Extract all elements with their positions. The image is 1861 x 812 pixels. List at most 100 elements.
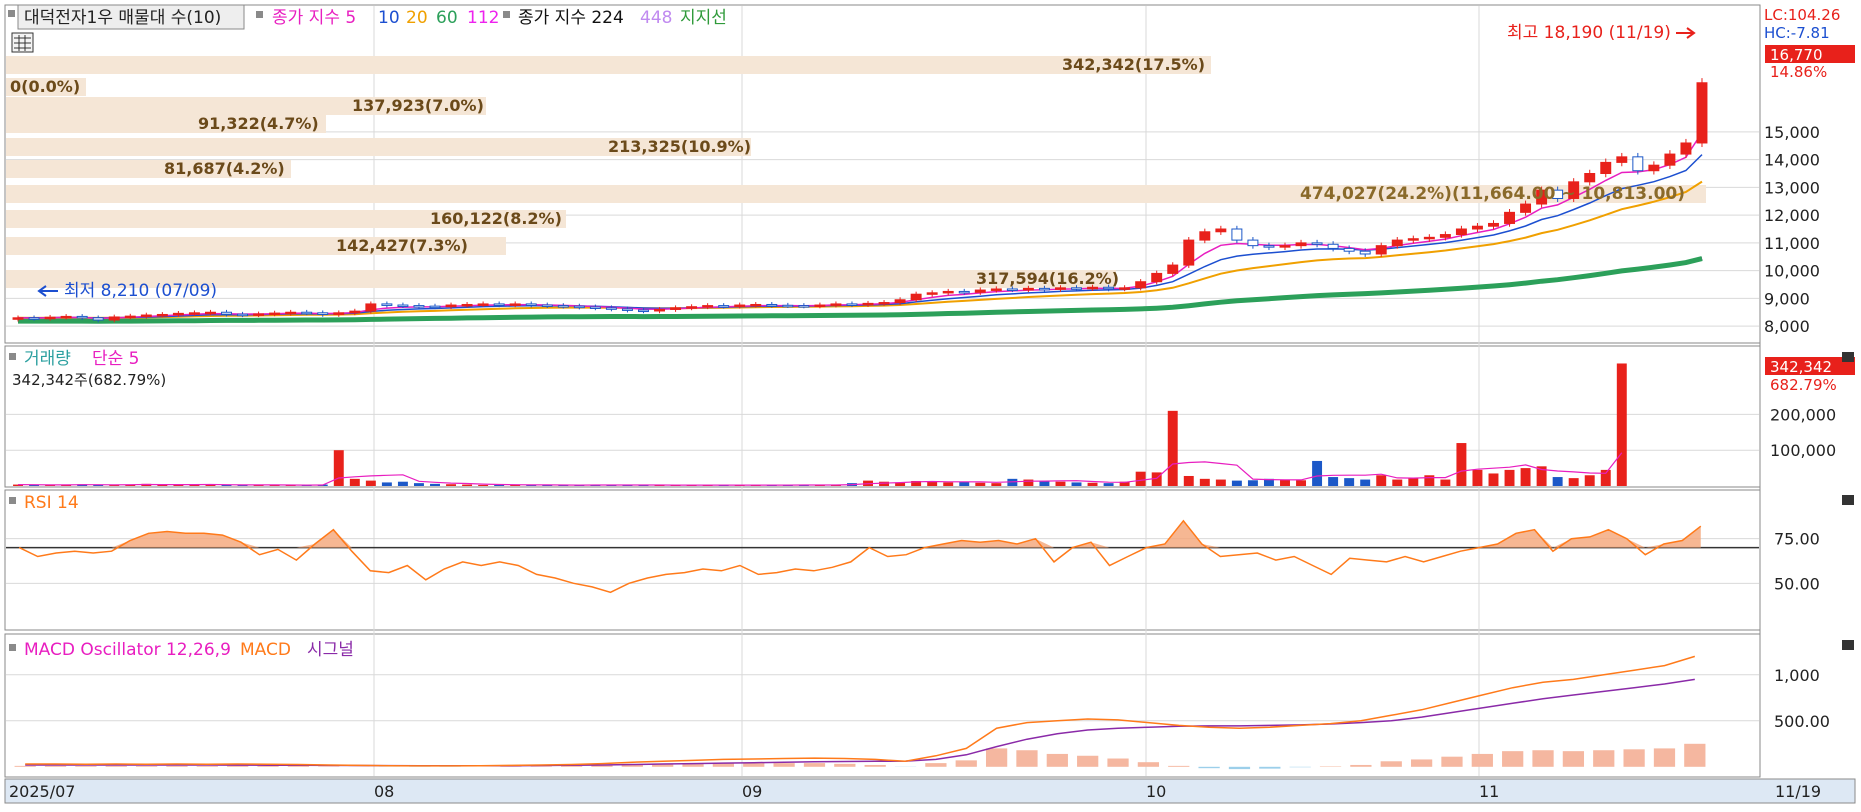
- volume-bar: [462, 485, 472, 486]
- candle-body: [462, 304, 472, 306]
- candle-body: [1088, 287, 1098, 289]
- volume-profile-label: 142,427(7.3%): [336, 236, 468, 255]
- candle-body: [655, 309, 665, 311]
- candle-body: [783, 305, 793, 307]
- candle-body: [414, 306, 424, 308]
- volume-title[interactable]: 거래량: [24, 349, 71, 369]
- candle-body: [1216, 229, 1226, 232]
- candle-body: [382, 304, 392, 306]
- candle-body: [1328, 244, 1338, 248]
- candle-body: [13, 318, 23, 320]
- volume-profile-label: 91,322(4.7%): [198, 114, 319, 133]
- chart-canvas[interactable]: 342,342(17.5%)0(0.0%)137,923(7.0%)91,322…: [0, 0, 1861, 808]
- candle-body: [558, 306, 568, 308]
- candle-body: [1023, 288, 1033, 290]
- macd-oscillator-bar: [834, 764, 855, 767]
- volume-bar: [382, 482, 392, 486]
- volume-bar: [1617, 363, 1627, 486]
- volume-profile-bar: [6, 56, 1211, 74]
- macd-oscillator-bar: [1259, 767, 1280, 769]
- x-label-nov: 11: [1479, 782, 1499, 801]
- candle-body: [1264, 246, 1274, 248]
- volume-bar: [478, 485, 488, 486]
- volume-profile-label: 317,594(16.2%): [976, 269, 1119, 288]
- volume-bar: [1601, 470, 1611, 486]
- price-tick-label: 11,000: [1764, 234, 1820, 253]
- macd-oscillator-bar: [15, 766, 36, 767]
- candle-body: [991, 289, 1001, 291]
- volume-bar: [414, 483, 424, 486]
- candle-body: [1360, 251, 1370, 254]
- macd-oscillator-bar: [1502, 751, 1523, 767]
- hc-label: HC:-7.81: [1764, 24, 1830, 42]
- macd-oscillator-bar: [1411, 759, 1432, 766]
- macd-oscillator-bar: [804, 763, 825, 767]
- candle-body: [1136, 282, 1146, 288]
- price-tick-label: 9,000: [1764, 289, 1810, 308]
- legend-box-icon: [8, 10, 15, 17]
- panel-close-icon[interactable]: [1842, 352, 1854, 362]
- volume-info: 342,342주(682.79%): [12, 371, 166, 389]
- signal-label[interactable]: 시그널: [307, 640, 354, 660]
- volume-tick-label: 200,000: [1770, 405, 1836, 424]
- macd-oscillator-bar: [531, 766, 552, 767]
- candle-body: [943, 291, 953, 293]
- legend-ma112[interactable]: 112: [467, 8, 499, 28]
- candle-body: [77, 316, 87, 318]
- legend-ma224[interactable]: 종가 지수 224: [518, 8, 624, 28]
- volume-bar: [1456, 443, 1466, 486]
- candle-body: [799, 306, 809, 308]
- candle-body: [398, 305, 408, 307]
- macd-osc-title[interactable]: MACD Oscillator 12,26,9: [24, 640, 231, 660]
- legend-ma448[interactable]: 448: [640, 8, 672, 28]
- volume-bar: [446, 484, 456, 486]
- rsi-title[interactable]: RSI 14: [24, 493, 79, 513]
- candle-body: [1649, 165, 1659, 171]
- macd-oscillator-bar: [136, 766, 157, 767]
- candle-body: [286, 312, 296, 314]
- panel-close-icon[interactable]: [1842, 495, 1854, 505]
- candle-body: [751, 304, 761, 306]
- rsi-panel: [5, 490, 1760, 630]
- low-annotation: 최저 8,210 (07/09): [64, 281, 217, 301]
- candle-body: [1344, 248, 1354, 251]
- volume-bar: [1280, 480, 1290, 486]
- candle-body: [1280, 246, 1290, 248]
- candle-body: [767, 304, 777, 306]
- macd-oscillator-bar: [986, 748, 1007, 766]
- candle-body: [494, 304, 504, 306]
- macd-oscillator-bar: [743, 763, 764, 767]
- legend-ma60[interactable]: 60: [436, 8, 458, 28]
- volume-bar: [1440, 480, 1450, 486]
- macd-oscillator-bar: [773, 763, 794, 767]
- stock-title: 대덕전자1우 매물대 수(10): [24, 8, 221, 28]
- macd-label[interactable]: MACD: [240, 640, 291, 660]
- candle-body: [927, 293, 937, 295]
- macd-oscillator-bar: [1593, 750, 1614, 767]
- macd-oscillator-bar: [1047, 754, 1068, 767]
- candle-body: [590, 307, 600, 309]
- volume-ma-label[interactable]: 단순 5: [92, 349, 140, 369]
- candle-body: [703, 306, 713, 308]
- candle-body: [1120, 288, 1130, 290]
- macd-oscillator-bar: [1198, 767, 1219, 768]
- volume-tick-label: 100,000: [1770, 441, 1836, 460]
- macd-oscillator-bar: [956, 760, 977, 766]
- volume-bar: [1200, 479, 1210, 486]
- legend-box-icon: [256, 11, 263, 18]
- volume-bar: [1232, 481, 1242, 486]
- candle-body: [895, 300, 905, 303]
- candle-body: [318, 313, 328, 315]
- candle-body: [366, 304, 376, 311]
- volume-bar: [943, 482, 953, 486]
- volume-bar: [1392, 480, 1402, 486]
- candle-body: [526, 304, 536, 306]
- panel-close-icon[interactable]: [1842, 640, 1854, 650]
- legend-ma20[interactable]: 20: [406, 8, 428, 28]
- legend-ma5[interactable]: 종가 지수 5: [272, 8, 356, 28]
- legend-support[interactable]: 지지선: [680, 8, 727, 28]
- macd-tick-label: 1,000: [1774, 666, 1820, 685]
- volume-profile-label: 213,325(10.9%): [608, 137, 751, 156]
- candle-body: [671, 308, 681, 310]
- legend-ma10[interactable]: 10: [378, 8, 400, 28]
